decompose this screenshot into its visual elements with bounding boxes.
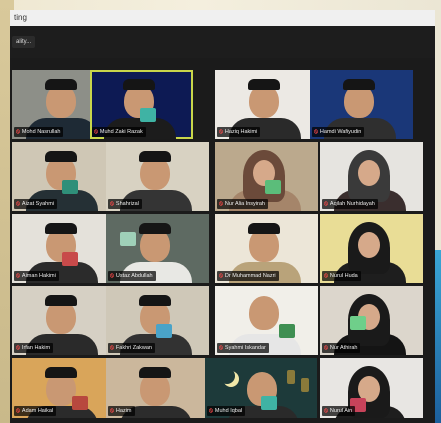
participant-name: ⦸ Aqilah Nurhidayah bbox=[322, 199, 378, 209]
participant-tile[interactable]: ⦸ Nurul Ain bbox=[320, 358, 423, 418]
participant-tile[interactable]: ⦸ Aizat Syahmi bbox=[12, 142, 115, 211]
participant-tile[interactable]: ⦸ Aiman Hakimi bbox=[12, 214, 115, 283]
participant-tile[interactable]: ⦸ Nur Alia Insyirah bbox=[215, 142, 318, 211]
mic-muted-icon: ⦸ bbox=[314, 129, 318, 135]
mic-muted-icon: ⦸ bbox=[324, 408, 328, 414]
songkok-cap bbox=[123, 79, 155, 90]
participant-name: ⦸ Hazim bbox=[108, 406, 135, 416]
participant-name: ⦸ Irfan Hakim bbox=[14, 343, 54, 353]
participant-tile[interactable]: ⦸ Nur Athirah bbox=[320, 286, 423, 355]
participant-name: ⦸ Muhd Zaki Razak bbox=[92, 127, 146, 137]
active-speaker-tile[interactable]: ⦸ Muhd Zaki Razak bbox=[90, 70, 193, 139]
participant-tile[interactable]: ⦸ Adam Haikal bbox=[12, 358, 115, 418]
participant-name: ⦸ Aiman Hakimi bbox=[14, 271, 59, 281]
mic-muted-icon: ⦸ bbox=[110, 201, 114, 207]
participant-name: ⦸ Haziq Hakimi bbox=[217, 127, 261, 137]
speaker-view-button[interactable]: ality... bbox=[12, 36, 36, 48]
lantern-icon bbox=[301, 378, 309, 392]
participant-tile[interactable]: ⦸ Hamdi Wafiyudin bbox=[310, 70, 413, 139]
participant-name: ⦸ Dr Muhammad Nazri bbox=[217, 271, 279, 281]
participant-tile[interactable]: ⦸ Dr Muhammad Nazri bbox=[215, 214, 318, 283]
mic-muted-icon: ⦸ bbox=[324, 345, 328, 351]
quran-book bbox=[72, 396, 88, 410]
mic-muted-icon: ⦸ bbox=[16, 408, 20, 414]
participant-name: ⦸ Nurul Ain bbox=[322, 406, 356, 416]
participant-name: ⦸ Adam Haikal bbox=[14, 406, 57, 416]
mic-muted-icon: ⦸ bbox=[219, 273, 223, 279]
songkok-cap bbox=[248, 79, 280, 90]
songkok-cap bbox=[45, 79, 77, 90]
participant-name: ⦸ Mohd Nasrullah bbox=[14, 127, 64, 137]
participant-tile[interactable]: ⦸ Aqilah Nurhidayah bbox=[320, 142, 423, 211]
participant-name: ⦸ Hamdi Wafiyudin bbox=[312, 127, 365, 137]
participant-face bbox=[358, 160, 380, 186]
quran-book bbox=[140, 108, 156, 122]
songkok-cap bbox=[45, 295, 77, 306]
participant-tile[interactable]: ⦸ Shahrizal bbox=[106, 142, 209, 211]
songkok-cap bbox=[248, 223, 280, 234]
quran-book bbox=[156, 324, 172, 338]
participant-name: ⦸ Ustaz Abdullah bbox=[108, 271, 156, 281]
quran-book bbox=[261, 396, 277, 410]
mic-muted-icon: ⦸ bbox=[110, 273, 114, 279]
quran-book bbox=[62, 180, 78, 194]
mic-muted-icon: ⦸ bbox=[219, 129, 223, 135]
window-titlebar: ting bbox=[10, 10, 435, 26]
participant-tile[interactable]: ⦸ Haziq Hakimi bbox=[215, 70, 318, 139]
participant-name: ⦸ Aizat Syahmi bbox=[14, 199, 58, 209]
songkok-cap bbox=[139, 367, 171, 378]
top-toolbar: ality... bbox=[10, 26, 435, 58]
mic-muted-icon: ⦸ bbox=[110, 345, 114, 351]
participant-tile[interactable]: ⦸ Hazim bbox=[106, 358, 209, 418]
mic-muted-icon: ⦸ bbox=[16, 345, 20, 351]
participant-tile[interactable]: ⦸ Ustaz Abdullah bbox=[106, 214, 209, 283]
participant-tile[interactable]: ⦸ Fakhri Zakwan bbox=[106, 286, 209, 355]
quran-book bbox=[62, 252, 78, 266]
quran-book bbox=[120, 232, 136, 246]
quran-book bbox=[279, 324, 295, 338]
participant-name: ⦸ Nurul Huda bbox=[322, 271, 361, 281]
mic-muted-icon: ⦸ bbox=[16, 273, 20, 279]
songkok-cap bbox=[45, 223, 77, 234]
lantern-icon bbox=[287, 370, 295, 384]
mic-muted-icon: ⦸ bbox=[94, 129, 98, 135]
participant-name: ⦸ Fakhri Zakwan bbox=[108, 343, 155, 353]
participant-tile[interactable]: ⦸ Syahmi Iskandar bbox=[215, 286, 318, 355]
participant-face bbox=[249, 296, 279, 330]
mic-muted-icon: ⦸ bbox=[324, 201, 328, 207]
songkok-cap bbox=[139, 151, 171, 162]
quran-book bbox=[350, 316, 366, 330]
window-title: ting bbox=[14, 13, 27, 22]
participant-name: ⦸ Shahrizal bbox=[108, 199, 142, 209]
mic-muted-icon: ⦸ bbox=[219, 345, 223, 351]
participant-tile[interactable]: ⦸ Nurul Huda bbox=[320, 214, 423, 283]
quran-book bbox=[265, 180, 281, 194]
participant-tile[interactable]: ⦸ Irfan Hakim bbox=[12, 286, 115, 355]
video-call-window: ting ality... ⦸ Mohd Nasrullah ⦸ Muhd Zaki… bbox=[10, 10, 435, 423]
songkok-cap bbox=[139, 223, 171, 234]
mic-muted-icon: ⦸ bbox=[110, 408, 114, 414]
participant-tile[interactable]: ⦸ Muhd Iqbal bbox=[205, 358, 317, 418]
songkok-cap bbox=[45, 367, 77, 378]
participant-name: ⦸ Nur Athirah bbox=[322, 343, 361, 353]
participant-name: ⦸ Syahmi Iskandar bbox=[217, 343, 269, 353]
participant-face bbox=[358, 232, 380, 258]
mic-muted-icon: ⦸ bbox=[16, 129, 20, 135]
crescent-moon-icon bbox=[219, 368, 235, 384]
participant-name: ⦸ Nur Alia Insyirah bbox=[217, 199, 268, 209]
songkok-cap bbox=[45, 151, 77, 162]
mic-muted-icon: ⦸ bbox=[209, 408, 213, 414]
participant-name: ⦸ Muhd Iqbal bbox=[207, 406, 246, 416]
mic-muted-icon: ⦸ bbox=[324, 273, 328, 279]
mic-muted-icon: ⦸ bbox=[16, 201, 20, 207]
songkok-cap bbox=[139, 295, 171, 306]
songkok-cap bbox=[343, 79, 375, 90]
mic-muted-icon: ⦸ bbox=[219, 201, 223, 207]
